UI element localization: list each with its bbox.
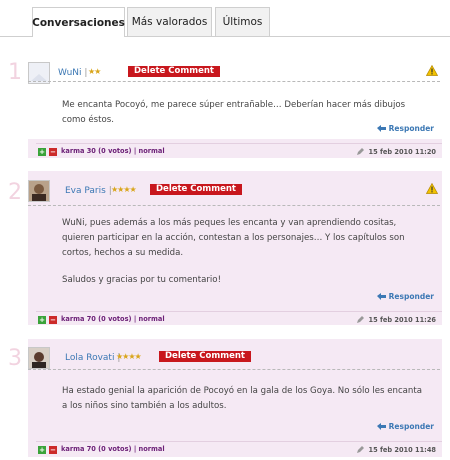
comment-body: WuNi, pues además a los más peques les e… (62, 216, 427, 300)
comment-footer: + − karma 70 (0 votos) | normal 15 feb 2… (36, 441, 442, 455)
reply-link[interactable]: Responder (376, 124, 434, 133)
reply-icon (376, 293, 386, 300)
comment-number: 3 (8, 346, 22, 371)
pencil-icon (356, 316, 364, 323)
author-link[interactable]: Eva Paris | (65, 186, 112, 196)
comment-body: Me encanta Pocoyó, me parece súper entra… (62, 98, 427, 140)
rating-stars: ★★★★ (111, 185, 137, 194)
vote-up-icon[interactable]: + (38, 148, 46, 156)
comment-paragraph: Saludos y gracias por tu comentario! (62, 275, 222, 285)
comment-header: Eva Paris | ★★★★ Delete Comment (28, 180, 442, 208)
comment-number: 1 (8, 60, 22, 85)
avatar[interactable] (28, 180, 50, 202)
comment-paragraph: WuNi, pues además a los más peques les e… (62, 218, 405, 258)
date-label: 15 feb 2010 11:26 (368, 315, 436, 324)
vote-down-icon[interactable]: − (49, 316, 57, 324)
comment-date: 15 feb 2010 11:48 (356, 445, 436, 454)
rating-stars: ★★ (88, 67, 101, 76)
comment-paragraph: Me encanta Pocoyó, me parece súper entra… (62, 100, 406, 125)
photo-avatar-icon (29, 181, 49, 201)
delete-comment-button[interactable]: Delete Comment (150, 184, 242, 195)
warning-icon[interactable] (426, 183, 438, 194)
comment-number: 2 (8, 180, 22, 205)
pencil-icon (356, 148, 364, 155)
comment-body: Ha estado genial la aparición de Pocoyó … (62, 384, 427, 426)
karma-text: karma 30 (0 votos) | normal (61, 147, 165, 155)
comment-date: 15 feb 2010 11:20 (356, 147, 436, 156)
vote-up-icon[interactable]: + (38, 446, 46, 454)
photo-avatar-icon (29, 348, 49, 368)
comment-header: Lola Rovati | ★★★★ Delete Comment (28, 347, 442, 375)
tab-conversaciones[interactable]: Conversaciones (32, 7, 125, 37)
vote-up-icon[interactable]: + (38, 316, 46, 324)
reply-label: Responder (388, 124, 434, 133)
author-link[interactable]: Lola Rovati | (65, 353, 120, 363)
tab-ultimos[interactable]: Últimos (215, 7, 270, 36)
comment-footer: + − karma 30 (0 votos) | normal 15 feb 2… (36, 143, 442, 157)
comment-date: 15 feb 2010 11:26 (356, 315, 436, 324)
reply-icon (376, 423, 386, 430)
rating-stars: ★★★★ (116, 352, 142, 361)
date-label: 15 feb 2010 11:48 (368, 445, 436, 454)
karma-text: karma 70 (0 votos) | normal (61, 315, 165, 323)
pencil-icon (356, 446, 364, 453)
comment-header: WuNi | ★★ Delete Comment (28, 62, 442, 90)
header-divider (28, 81, 440, 82)
reply-link[interactable]: Responder (376, 422, 434, 431)
header-divider (28, 369, 440, 370)
reply-link[interactable]: Responder (376, 292, 434, 301)
karma-text: karma 70 (0 votos) | normal (61, 445, 165, 453)
comment-paragraph: Ha estado genial la aparición de Pocoyó … (62, 386, 423, 411)
header-divider (28, 205, 440, 206)
reply-icon (376, 125, 386, 132)
reply-label: Responder (388, 422, 434, 431)
vote-down-icon[interactable]: − (49, 446, 57, 454)
tab-bar: Conversaciones Más valorados Últimos (0, 7, 450, 37)
avatar[interactable] (28, 347, 50, 369)
warning-icon[interactable] (426, 65, 438, 76)
reply-label: Responder (388, 292, 434, 301)
vote-down-icon[interactable]: − (49, 148, 57, 156)
date-label: 15 feb 2010 11:20 (368, 147, 436, 156)
blank-avatar-icon (29, 63, 49, 83)
delete-comment-button[interactable]: Delete Comment (128, 66, 220, 77)
author-link[interactable]: WuNi | (58, 68, 87, 78)
delete-comment-button[interactable]: Delete Comment (159, 351, 251, 362)
comment-footer: + − karma 70 (0 votos) | normal 15 feb 2… (36, 311, 442, 325)
tab-mas-valorados[interactable]: Más valorados (127, 7, 212, 36)
